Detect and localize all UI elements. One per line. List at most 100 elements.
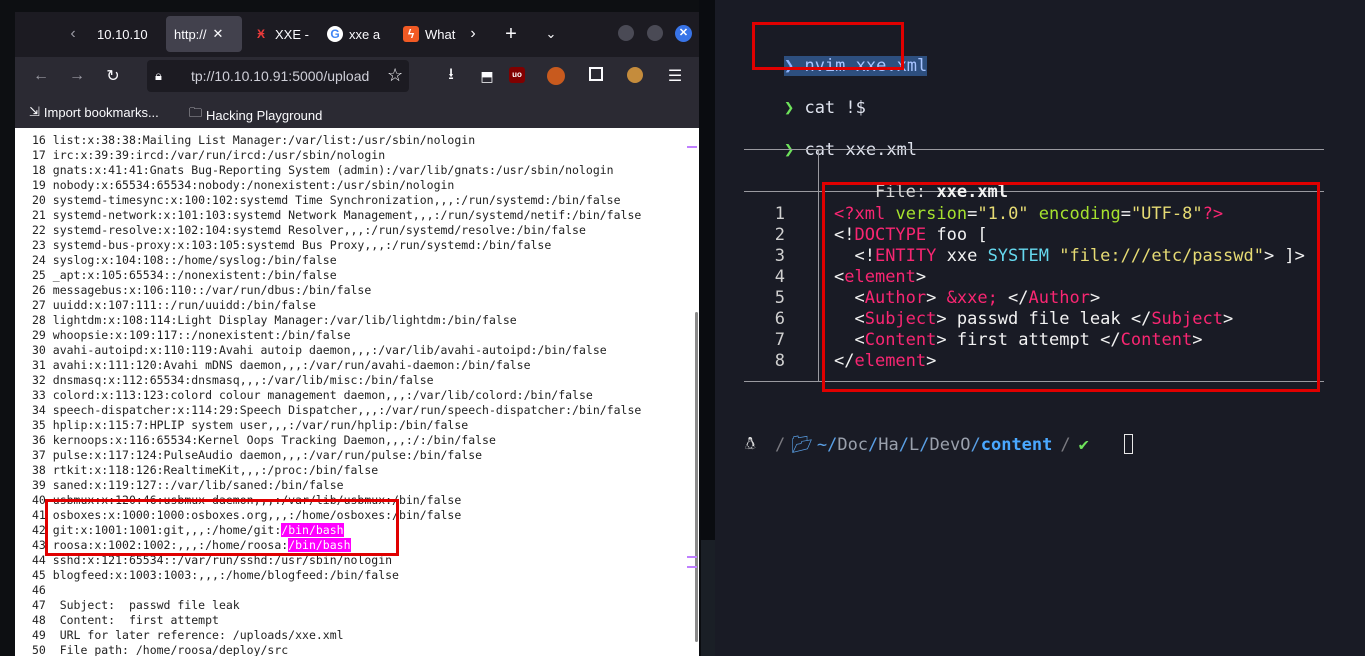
output-line-text: irc:x:39:39:ircd:/var/run/ircd:/usr/sbin… <box>52 148 386 162</box>
page-scrollbar[interactable] <box>695 312 698 642</box>
output-line: 36 kernoops:x:116:65534:Kernel Oops Trac… <box>32 433 496 448</box>
output-line: 22 systemd-resolve:x:102:104:systemd Res… <box>32 223 586 238</box>
maximize-icon[interactable] <box>647 25 663 41</box>
output-line-text: saned:x:119:127::/var/lib/saned:/bin/fal… <box>52 478 344 492</box>
close-tab-icon[interactable]: ✕ <box>213 26 224 42</box>
command-text: cat xxe.xml <box>804 140 918 160</box>
list-tabs-icon[interactable]: ⌄ <box>541 22 561 46</box>
prompt-symbol: ❯ <box>783 98 795 118</box>
output-line-number: 32 <box>32 373 53 387</box>
output-line: 49 URL for later reference: /uploads/xxe… <box>32 628 344 643</box>
annotation-box-command <box>752 22 904 70</box>
output-line: 39 saned:x:119:127::/var/lib/saned:/bin/… <box>32 478 344 493</box>
output-line-text: messagebus:x:106:110::/var/run/dbus:/bin… <box>52 283 372 297</box>
output-line-number: 31 <box>32 358 53 372</box>
tab-bar: ‹ 10.10.10 http:// ✕ Ӿ XXE - G xxe a ϟ W… <box>15 12 699 57</box>
path-prefix: ~/ <box>816 435 838 455</box>
output-line-text: syslog:x:104:108::/home/syslog:/bin/fals… <box>52 253 337 267</box>
output-line: 18 gnats:x:41:41:Gnats Bug-Reporting Sys… <box>32 163 614 178</box>
output-line: 30 avahi-autoipd:x:110:119:Avahi autoip … <box>32 343 607 358</box>
code-line-number: 2 <box>774 225 785 245</box>
output-line-text: _apt:x:105:65534::/nonexistent:/bin/fals… <box>52 268 337 282</box>
tab-5[interactable]: ϟ What <box>399 16 463 52</box>
cookie-icon[interactable] <box>627 67 643 83</box>
output-line-text: kernoops:x:116:65534:Kernel Oops Trackin… <box>52 433 496 447</box>
output-line-text: rtkit:x:118:126:RealtimeKit,,,:/proc:/bi… <box>52 463 379 477</box>
output-line-text: hplip:x:115:7:HPLIP system user,,,:/var/… <box>52 418 469 432</box>
tab-3[interactable]: Ӿ XXE - <box>247 16 323 52</box>
browser-window: ‹ 10.10.10 http:// ✕ Ӿ XXE - G xxe a ϟ W… <box>15 12 699 656</box>
output-line-text: systemd-bus-proxy:x:103:105:systemd Bus … <box>52 238 552 252</box>
output-line-text: avahi:x:111:120:Avahi mDNS daemon,,,:/va… <box>52 358 531 372</box>
output-line-text: Subject: passwd file leak <box>52 598 240 612</box>
menu-icon[interactable]: ☰ <box>665 66 685 86</box>
new-tab-icon[interactable]: + <box>501 22 521 46</box>
output-line-number: 23 <box>32 238 53 252</box>
ublock-icon[interactable]: uo <box>509 67 525 83</box>
path-current: content <box>980 435 1053 455</box>
tab-2[interactable]: http:// ✕ <box>166 16 242 52</box>
output-line: 27 uuidd:x:107:111::/run/uuidd:/bin/fals… <box>32 298 316 313</box>
output-line: 34 speech-dispatcher:x:114:29:Speech Dis… <box>32 403 641 418</box>
output-line-text: Content: first attempt <box>52 613 219 627</box>
import-bookmarks-item[interactable]: ⇲ Import bookmarks... <box>29 104 159 120</box>
tab-label: What <box>425 26 456 42</box>
page-security-icon[interactable]: 🔒︎ <box>155 68 175 84</box>
output-line: 24 syslog:x:104:108::/home/syslog:/bin/f… <box>32 253 337 268</box>
tab-scroll-right-icon[interactable]: › <box>465 24 481 44</box>
path-part: Ha <box>878 435 899 455</box>
output-line-number: 17 <box>32 148 53 162</box>
code-line-number: 7 <box>774 330 785 350</box>
output-line-number: 25 <box>32 268 53 282</box>
output-line: 23 systemd-bus-proxy:x:103:105:systemd B… <box>32 238 551 253</box>
desktop-background <box>701 540 715 656</box>
tab-scroll-left-icon[interactable]: ‹ <box>65 24 81 44</box>
output-line-number: 48 <box>32 613 53 627</box>
path-part: DevO <box>929 435 971 455</box>
code-line-number: 8 <box>774 351 785 371</box>
shell-statusline: 🐧︎ / 📂︎ ~/ Doc / Ha / L / DevO / content / ✔ <box>745 434 1089 455</box>
output-line-number: 33 <box>32 388 53 402</box>
output-line-number: 30 <box>32 343 53 357</box>
output-line-text: blogfeed:x:1003:1003:,,,:/home/blogfeed:… <box>52 568 399 582</box>
extension-owl-icon[interactable] <box>547 67 565 85</box>
output-line: 26 messagebus:x:106:110::/var/run/dbus:/… <box>32 283 371 298</box>
terminal-cursor[interactable] <box>1124 434 1133 454</box>
forward-icon[interactable]: → <box>67 66 87 86</box>
tab-label: 10.10.10 <box>97 26 148 42</box>
output-line: 29 whoopsie:x:109:117::/nonexistent:/bin… <box>32 328 351 343</box>
scroll-marker <box>687 146 697 148</box>
tab-label: XXE - <box>275 26 309 42</box>
downloads-icon[interactable]: ⭳ <box>441 66 461 86</box>
annotation-box-shell-users <box>45 499 399 556</box>
bookmark-star-icon[interactable]: ☆ <box>387 65 403 86</box>
close-window-icon[interactable]: ✕ <box>675 25 692 42</box>
code-line-number: 4 <box>774 267 785 287</box>
output-line-number: 46 <box>32 583 53 597</box>
extensions-icon[interactable]: ⬒ <box>477 66 497 86</box>
output-line-number: 16 <box>32 133 53 147</box>
output-line-number: 35 <box>32 418 53 432</box>
annotation-box-xml-payload <box>822 182 1320 392</box>
output-line-number: 37 <box>32 448 53 462</box>
tab-4[interactable]: G xxe a <box>323 16 395 52</box>
output-line: 28 lightdm:x:108:114:Light Display Manag… <box>32 313 517 328</box>
output-line-text: speech-dispatcher:x:114:29:Speech Dispat… <box>52 403 642 417</box>
output-line-text: colord:x:113:123:colord colour managemen… <box>52 388 593 402</box>
output-line-number: 50 <box>32 643 53 656</box>
output-line: 21 systemd-network:x:101:103:systemd Net… <box>32 208 641 223</box>
output-line: 25 _apt:x:105:65534::/nonexistent:/bin/f… <box>32 268 337 283</box>
reload-icon[interactable]: ↻ <box>103 66 123 86</box>
qr-code-icon[interactable] <box>589 67 603 81</box>
back-icon[interactable]: ← <box>31 66 51 86</box>
output-line: 17 irc:x:39:39:ircd:/var/run/ircd:/usr/s… <box>32 148 385 163</box>
output-line-number: 47 <box>32 598 53 612</box>
output-line: 16 list:x:38:38:Mailing List Manager:/va… <box>32 133 475 148</box>
success-check-icon: ✔ <box>1078 435 1089 455</box>
tab-1[interactable]: 10.10.10 <box>87 16 169 52</box>
minimize-icon[interactable] <box>618 25 634 41</box>
output-line-number: 18 <box>32 163 53 177</box>
bookmark-folder-item[interactable]: 🗀 Hacking Playground <box>189 104 322 126</box>
url-text: tp://10.10.10.91:5000/upload <box>191 68 370 84</box>
output-line: 46 <box>32 583 53 598</box>
